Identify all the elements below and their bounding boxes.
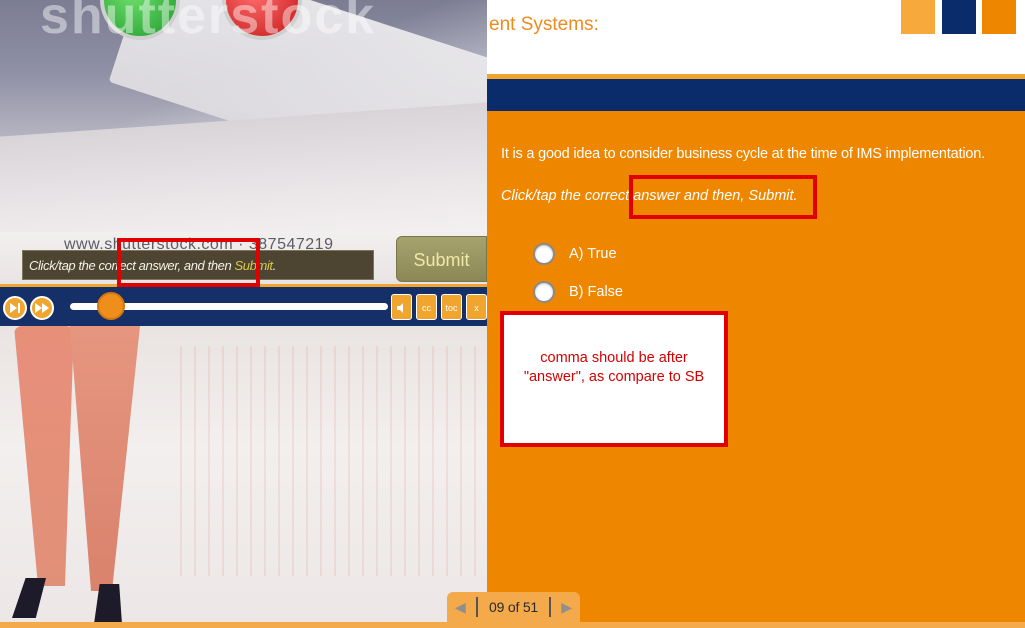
volume-icon[interactable] xyxy=(391,294,412,320)
pager-divider xyxy=(548,597,551,617)
radio-true[interactable] xyxy=(533,243,555,265)
question-text: It is a good idea to consider business c… xyxy=(501,146,985,162)
header-navy-bar xyxy=(487,79,1025,111)
annotation-note: comma should be after "answer", as compa… xyxy=(500,311,728,447)
header-square-orange xyxy=(901,0,935,34)
progress-knob[interactable] xyxy=(97,292,126,320)
pager-divider xyxy=(476,597,479,617)
annotation-highlight-caption xyxy=(117,238,260,287)
player-controls: cc toc x xyxy=(0,284,487,326)
page-indicator: 09 of 51 xyxy=(489,599,538,615)
toc-icon[interactable]: toc xyxy=(441,294,462,320)
video-frame-bottom xyxy=(0,326,487,628)
paper-sheet-image xyxy=(0,100,487,232)
option-label-false: B) False xyxy=(569,284,623,300)
option-label-true: A) True xyxy=(569,246,617,262)
header-square-dark-orange xyxy=(982,0,1016,34)
header-square-navy xyxy=(942,0,976,34)
watermark-top: shutterstock xyxy=(40,0,377,45)
annotation-highlight-instruction xyxy=(629,175,817,219)
video-submit-button[interactable]: Submit xyxy=(396,236,487,282)
cc-icon[interactable]: cc xyxy=(416,294,437,320)
next-page-icon[interactable]: ▶ xyxy=(561,599,572,616)
close-icon[interactable]: x xyxy=(466,294,487,320)
option-true[interactable]: A) True xyxy=(533,242,617,266)
chart-paper-image xyxy=(180,346,480,576)
course-title: ent Systems: xyxy=(489,14,599,35)
radio-false[interactable] xyxy=(533,281,555,303)
play-next-icon[interactable] xyxy=(3,296,27,320)
caption-end: . xyxy=(272,258,277,273)
person-leg-left xyxy=(14,326,74,586)
pager: ◀ 09 of 51 ▶ xyxy=(447,592,580,622)
course-header: ent Systems: xyxy=(487,0,1025,74)
video-frame-top: shutterstock xyxy=(0,0,487,232)
prev-page-icon[interactable]: ◀ xyxy=(455,599,466,616)
fast-forward-icon[interactable] xyxy=(30,296,54,320)
person-shoe-left xyxy=(12,578,46,618)
option-false[interactable]: B) False xyxy=(533,280,623,304)
footer-stripe xyxy=(0,622,1025,628)
person-leg-right xyxy=(70,326,140,591)
